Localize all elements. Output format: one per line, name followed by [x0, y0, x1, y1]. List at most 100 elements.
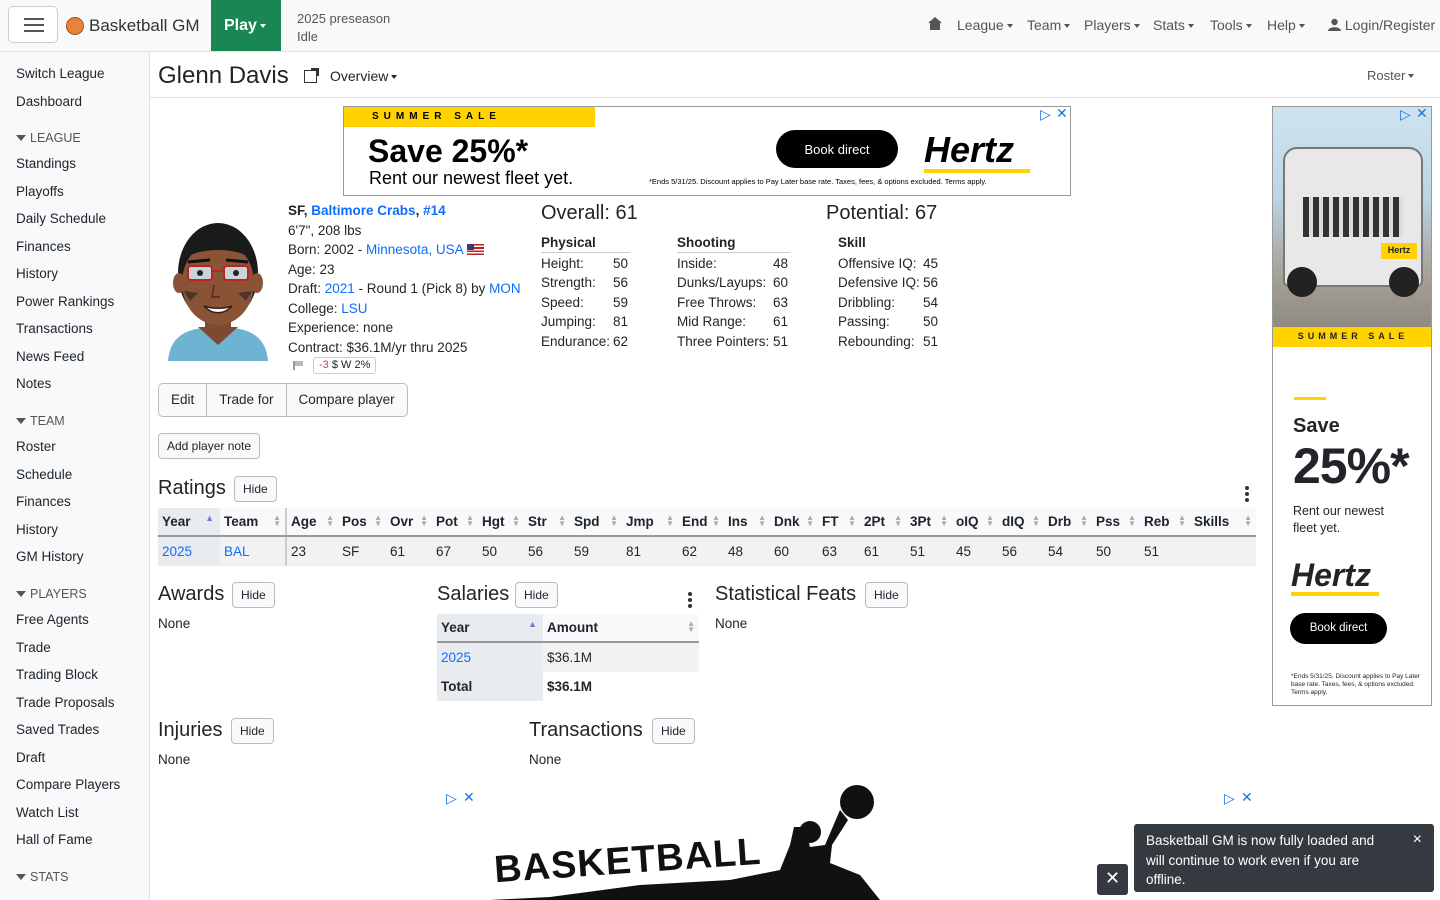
salaries-hide-button[interactable]: Hide: [515, 582, 558, 608]
sidebar-item-roster[interactable]: Roster: [16, 439, 56, 454]
draft-year-link[interactable]: 2021: [325, 281, 355, 296]
edit-button[interactable]: Edit: [159, 384, 208, 416]
login-link[interactable]: Login/Register: [1328, 17, 1435, 33]
add-player-note-button[interactable]: Add player note: [158, 433, 261, 459]
sidebar-section-team[interactable]: TEAM: [16, 414, 65, 428]
college-link[interactable]: LSU: [341, 301, 367, 316]
ratings-col-ins[interactable]: Ins ▲ ▼: [724, 508, 770, 537]
adchoices-icon[interactable]: ▷: [446, 790, 457, 807]
ratings-col-ft[interactable]: FT ▲ ▼: [818, 508, 860, 537]
toast-close-icon[interactable]: ×: [1413, 830, 1422, 850]
draft-team-link[interactable]: MON: [489, 281, 521, 296]
adchoices-icon[interactable]: ▷: [1400, 106, 1411, 123]
ratings-col-diq[interactable]: dIQ ▲ ▼: [998, 508, 1044, 537]
sidebar-section-players[interactable]: PLAYERS: [16, 587, 87, 601]
sidebar-item-league-finances[interactable]: Finances: [16, 239, 71, 254]
salaries-col-year[interactable]: Year ▲: [437, 614, 543, 643]
ad-book-button[interactable]: Book direct: [776, 130, 898, 168]
adchoices-icon[interactable]: ▷: [1224, 790, 1235, 807]
mood-badge[interactable]: -3 $ W 2%: [313, 357, 377, 374]
menu-toggle-button[interactable]: [8, 6, 58, 43]
nav-stats[interactable]: Stats: [1153, 17, 1194, 33]
ratings-col-age[interactable]: Age ▲ ▼: [286, 508, 338, 537]
sidebar-item-gm-history[interactable]: GM History: [16, 549, 84, 564]
transactions-hide-button[interactable]: Hide: [652, 718, 695, 744]
ad-close-icon[interactable]: ✕: [1241, 789, 1253, 806]
ratings-col-spd[interactable]: Spd ▲ ▼: [570, 508, 622, 537]
flag-icon[interactable]: [293, 361, 303, 370]
sidebar-item-saved-trades[interactable]: Saved Trades: [16, 722, 99, 737]
sidebar-item-schedule[interactable]: Schedule: [16, 467, 72, 482]
sidebar-item-news-feed[interactable]: News Feed: [16, 349, 84, 364]
sidebar-item-dashboard[interactable]: Dashboard: [16, 94, 82, 109]
nav-team[interactable]: Team: [1027, 17, 1071, 33]
birthplace-link[interactable]: Minnesota, USA: [366, 242, 463, 257]
ad-close-icon[interactable]: ✕: [463, 789, 475, 806]
nav-tools[interactable]: Tools: [1210, 17, 1252, 33]
compare-player-button[interactable]: Compare player: [287, 384, 407, 416]
sidebar-section-league[interactable]: LEAGUE: [16, 131, 81, 145]
sidebar-item-daily-schedule[interactable]: Daily Schedule: [16, 211, 106, 226]
top-banner-ad[interactable]: SUMMER SALE Save 25%* Rent our newest fl…: [343, 106, 1071, 196]
ratings-col-year[interactable]: Year ▲: [158, 508, 220, 537]
ratings-col-team[interactable]: Team ▲ ▼: [220, 508, 287, 537]
salaries-options-icon[interactable]: [688, 592, 692, 610]
ratings-hide-button[interactable]: Hide: [234, 476, 277, 502]
sidebar-item-trade-proposals[interactable]: Trade Proposals: [16, 695, 115, 710]
sidebar-item-standings[interactable]: Standings: [16, 156, 76, 171]
ratings-col-pot[interactable]: Pot ▲ ▼: [432, 508, 478, 537]
sidebar-item-league-history[interactable]: History: [16, 266, 58, 281]
ratings-col-2pt[interactable]: 2Pt ▲ ▼: [860, 508, 906, 537]
nav-players[interactable]: Players: [1084, 17, 1140, 33]
ratings-options-icon[interactable]: [1245, 486, 1249, 504]
dismiss-all-button[interactable]: ✕: [1097, 864, 1128, 895]
sidebar-section-stats[interactable]: STATS: [16, 870, 68, 884]
awards-hide-button[interactable]: Hide: [232, 582, 275, 608]
ratings-col-pos[interactable]: Pos ▲ ▼: [338, 508, 386, 537]
team-link[interactable]: Baltimore Crabs: [311, 203, 415, 218]
overview-dropdown[interactable]: Overview: [330, 68, 398, 84]
roster-dropdown[interactable]: Roster: [1367, 68, 1415, 83]
rating-year-link[interactable]: 2025: [162, 544, 192, 559]
ratings-col-hgt[interactable]: Hgt ▲ ▼: [478, 508, 524, 537]
sidebar-item-trading-block[interactable]: Trading Block: [16, 667, 98, 682]
sidebar-item-team-finances[interactable]: Finances: [16, 494, 71, 509]
brand-link[interactable]: Basketball GM: [89, 16, 200, 36]
ratings-col-end[interactable]: End ▲ ▼: [678, 508, 724, 537]
home-icon[interactable]: [928, 17, 942, 30]
trade-for-button[interactable]: Trade for: [207, 384, 287, 416]
ratings-col-ovr[interactable]: Ovr ▲ ▼: [386, 508, 432, 537]
ratings-col-jmp[interactable]: Jmp ▲ ▼: [622, 508, 678, 537]
sidebar-item-switch-league[interactable]: Switch League: [16, 66, 105, 81]
sidebar-item-compare-players[interactable]: Compare Players: [16, 777, 120, 792]
jersey-number-link[interactable]: #14: [423, 203, 446, 218]
adchoices-icon[interactable]: ▷: [1040, 106, 1051, 123]
nav-league[interactable]: League: [957, 17, 1013, 33]
sidebar-item-power-rankings[interactable]: Power Rankings: [16, 294, 114, 309]
rating-team-link[interactable]: BAL: [224, 544, 250, 559]
ratings-col-pss[interactable]: Pss ▲ ▼: [1092, 508, 1140, 537]
sidebar-item-draft[interactable]: Draft: [16, 750, 45, 765]
sidebar-item-notes[interactable]: Notes: [16, 376, 51, 391]
feats-hide-button[interactable]: Hide: [865, 582, 908, 608]
ratings-col-dnk[interactable]: Dnk ▲ ▼: [770, 508, 818, 537]
sidebar-item-hall-of-fame[interactable]: Hall of Fame: [16, 832, 93, 847]
nav-help[interactable]: Help: [1267, 17, 1305, 33]
ratings-col-3pt[interactable]: 3Pt ▲ ▼: [906, 508, 952, 537]
ratings-col-str[interactable]: Str ▲ ▼: [524, 508, 570, 537]
ad-close-icon[interactable]: ✕: [1056, 105, 1068, 122]
sidebar-item-team-history[interactable]: History: [16, 522, 58, 537]
side-banner-ad[interactable]: Hertz SUMMER SALE Save 25%* Rent our new…: [1272, 106, 1432, 706]
ratings-col-oiq[interactable]: oIQ ▲ ▼: [952, 508, 998, 537]
ratings-col-drb[interactable]: Drb ▲ ▼: [1044, 508, 1092, 537]
sidebar-item-playoffs[interactable]: Playoffs: [16, 184, 64, 199]
play-menu-button[interactable]: Play: [211, 0, 281, 51]
salary-year-link[interactable]: 2025: [441, 650, 471, 665]
injuries-hide-button[interactable]: Hide: [231, 718, 274, 744]
ratings-col-reb[interactable]: Reb ▲ ▼: [1140, 508, 1190, 537]
sidebar-item-free-agents[interactable]: Free Agents: [16, 612, 89, 627]
ratings-col-skills[interactable]: Skills ▲ ▼: [1190, 508, 1256, 537]
ad-book-button[interactable]: Book direct: [1290, 613, 1387, 644]
external-link-icon[interactable]: [304, 68, 319, 83]
sidebar-item-watch-list[interactable]: Watch List: [16, 805, 79, 820]
